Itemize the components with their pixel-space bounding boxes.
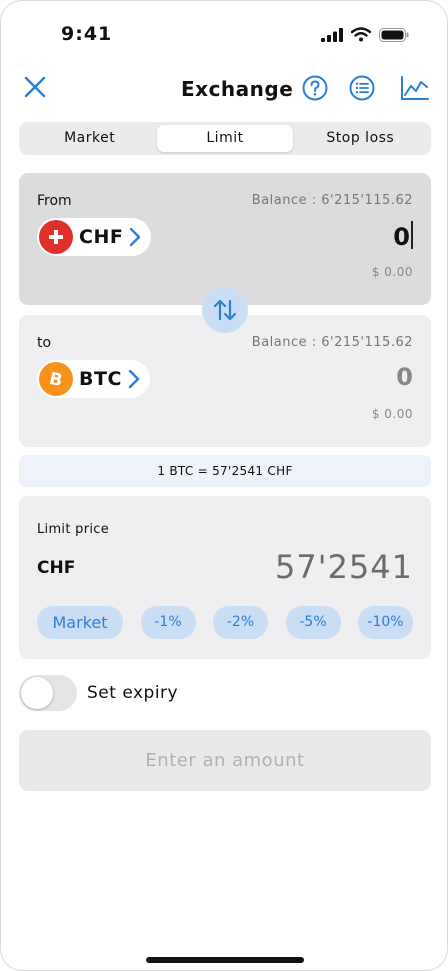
page-title: Exchange <box>181 77 294 101</box>
battery-icon <box>379 27 409 42</box>
svg-text:B: B <box>47 369 64 390</box>
preset-minus-2-button[interactable]: -2% <box>213 606 268 639</box>
to-fiat-value: $ 0.00 <box>371 407 413 421</box>
swap-arrows-icon <box>213 299 237 321</box>
from-label: From <box>37 193 72 209</box>
to-card: to Balance : 6'215'115.62 B BTC 0 $ 0.00 <box>19 315 431 447</box>
from-amount-input[interactable]: 0 <box>393 221 413 251</box>
header: Exchange <box>1 71 447 111</box>
list-icon[interactable] <box>349 75 375 101</box>
chevron-right-icon <box>130 227 141 247</box>
limit-price-presets: Market -1% -2% -5% -10% <box>37 606 413 639</box>
tab-stop-loss[interactable]: Stop loss <box>293 125 428 152</box>
to-balance: Balance : 6'215'115.62 <box>251 335 413 350</box>
to-currency-selector[interactable]: B BTC <box>37 360 150 398</box>
chart-icon[interactable] <box>400 75 430 101</box>
chevron-right-icon <box>128 369 140 389</box>
toggle-knob <box>21 677 53 709</box>
limit-currency: CHF <box>37 558 76 578</box>
preset-minus-10-button[interactable]: -10% <box>358 606 413 639</box>
from-balance: Balance : 6'215'115.62 <box>251 193 413 208</box>
close-icon[interactable] <box>23 75 47 99</box>
expiry-label: Set expiry <box>87 683 179 703</box>
home-indicator <box>146 957 304 963</box>
tab-market[interactable]: Market <box>22 125 157 152</box>
wifi-icon <box>351 27 371 42</box>
from-fiat-value: $ 0.00 <box>371 265 413 279</box>
preset-minus-1-button[interactable]: -1% <box>140 606 196 639</box>
from-currency-code: CHF <box>79 226 124 248</box>
from-card: From Balance : 6'215'115.62 CHF 0 $ 0.00 <box>19 173 431 305</box>
preset-market-button[interactable]: Market <box>37 606 123 639</box>
preset-minus-5-button[interactable]: -5% <box>285 606 341 639</box>
status-icons <box>321 27 409 42</box>
from-currency-selector[interactable]: CHF <box>37 218 152 256</box>
phone-screen: 9:41 Exchange Market Limit Stop loss Fro… <box>0 0 448 971</box>
order-type-tabs: Market Limit Stop loss <box>19 122 431 155</box>
text-cursor <box>411 221 413 249</box>
to-label: to <box>37 335 52 351</box>
limit-price-input[interactable]: 57'2541 <box>275 548 413 586</box>
limit-price-label: Limit price <box>37 522 110 537</box>
to-currency-code: BTC <box>79 368 122 390</box>
bitcoin-icon: B <box>39 362 73 396</box>
submit-button[interactable]: Enter an amount <box>19 730 431 791</box>
from-amount-value: 0 <box>393 223 410 251</box>
signal-icon <box>321 27 343 42</box>
tab-limit[interactable]: Limit <box>157 125 293 152</box>
exchange-rate: 1 BTC = 57'2541 CHF <box>19 455 431 487</box>
swiss-flag-icon <box>39 220 73 254</box>
limit-price-card: Limit price CHF 57'2541 Market -1% -2% -… <box>19 496 431 659</box>
help-icon[interactable] <box>302 75 328 101</box>
to-amount[interactable]: 0 <box>396 363 413 391</box>
expiry-toggle[interactable] <box>19 675 77 711</box>
status-time: 9:41 <box>61 23 113 45</box>
swap-button[interactable] <box>202 287 248 333</box>
